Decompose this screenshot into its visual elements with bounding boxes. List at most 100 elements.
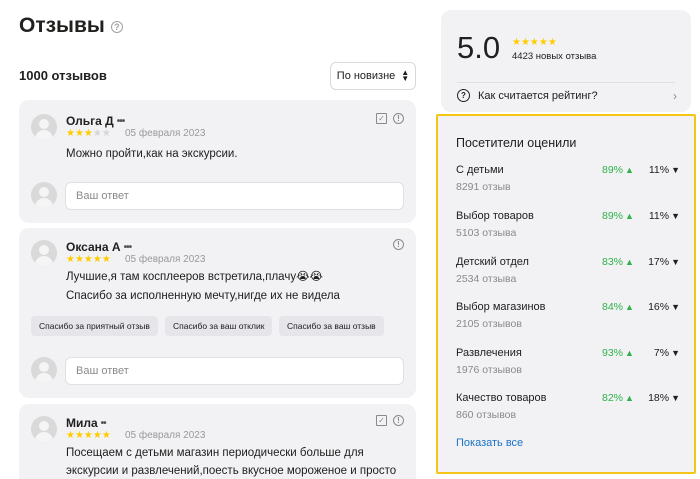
- visitors-title: Посетители оценили: [456, 136, 577, 150]
- review-actions: ✓ !: [376, 113, 404, 124]
- aspect-name: Качество товаров: [456, 392, 547, 404]
- info-icon[interactable]: !: [393, 415, 404, 426]
- aspect-name: С детьми: [456, 164, 504, 176]
- quick-reply-chip[interactable]: Спасибо за приятный отзыв: [31, 316, 158, 336]
- rating-help-label[interactable]: Как считается рейтинг?: [478, 90, 598, 102]
- aspect-name: Выбор товаров: [456, 210, 534, 222]
- aspect-row[interactable]: С детьми 8291 отзыв 89% ▲ 11% ▼: [456, 164, 686, 200]
- rating-stars: ★★★★★: [512, 37, 557, 48]
- aspect-negative: 7% ▼: [653, 347, 680, 359]
- thumb-down-icon: ▼: [671, 348, 680, 358]
- user-badge-icon: •••: [123, 241, 132, 253]
- review-text-line-1: Лучшие,я там косплееров встретила,плачу😭…: [66, 271, 323, 283]
- reply-avatar: [31, 357, 57, 383]
- thumb-up-icon: ▲: [625, 257, 634, 267]
- aspect-name: Развлечения: [456, 347, 522, 359]
- avatar[interactable]: [31, 416, 57, 442]
- thumb-up-icon: ▲: [625, 211, 634, 221]
- rating-count: 4423 новых отзыва: [512, 51, 597, 62]
- info-icon[interactable]: !: [393, 239, 404, 250]
- review-stars: ★★★★★: [66, 128, 111, 139]
- aspect-count: 2534 отзыва: [456, 273, 517, 285]
- aspect-row[interactable]: Выбор магазинов 2105 отзывов 84% ▲ 16% ▼: [456, 301, 686, 337]
- aspect-negative: 18% ▼: [648, 392, 680, 404]
- page-title: Отзывы ?: [19, 14, 123, 38]
- review-author[interactable]: Ольга Д •••: [66, 114, 125, 128]
- reply-avatar: [31, 182, 57, 208]
- thumb-up-icon: ▲: [625, 348, 634, 358]
- edit-icon[interactable]: ✓: [376, 113, 387, 124]
- author-name[interactable]: Оксана А: [66, 240, 121, 254]
- reply-input[interactable]: Ваш ответ: [65, 182, 404, 210]
- user-badge-icon: •••: [116, 115, 125, 127]
- help-icon[interactable]: ?: [110, 21, 123, 33]
- aspect-positive: 89% ▲: [602, 164, 634, 176]
- thumb-down-icon: ▼: [671, 257, 680, 267]
- review-stars: ★★★★★: [66, 430, 111, 441]
- quick-reply-chip[interactable]: Спасибо за ваш отклик: [165, 316, 273, 336]
- aspect-positive: 83% ▲: [602, 256, 634, 268]
- avatar[interactable]: [31, 114, 57, 140]
- chevron-right-icon[interactable]: ›: [673, 89, 677, 103]
- aspect-negative: 11% ▼: [648, 210, 680, 222]
- author-name[interactable]: Ольга Д: [66, 114, 114, 128]
- rating-value: 5.0: [457, 30, 501, 65]
- review-date: 05 февраля 2023: [125, 128, 206, 139]
- review-date: 05 февраля 2023: [125, 254, 206, 265]
- review-card: Ольга Д ••• ★★★★★ 05 февраля 2023 ✓ ! Мо…: [19, 100, 416, 223]
- thumb-down-icon: ▼: [671, 211, 680, 221]
- sort-arrows-icon: ▲ ▼: [401, 68, 410, 83]
- page-title-text: Отзывы: [19, 14, 105, 37]
- thumb-up-icon: ▲: [625, 165, 634, 175]
- aspect-row[interactable]: Детский отдел 2534 отзыва 83% ▲ 17% ▼: [456, 256, 686, 292]
- aspect-positive: 82% ▲: [602, 392, 634, 404]
- rating-help-link[interactable]: ? Как считается рейтинг?: [457, 89, 598, 102]
- aspect-count: 2105 отзывов: [456, 318, 522, 330]
- review-actions: ✓ !: [376, 415, 404, 426]
- reviews-count: 1000 отзывов: [19, 68, 107, 83]
- thumb-down-icon: ▼: [671, 393, 680, 403]
- aspect-name: Детский отдел: [456, 256, 529, 268]
- aspect-positive: 84% ▲: [602, 301, 634, 313]
- aspect-positive: 89% ▲: [602, 210, 634, 222]
- review-author[interactable]: Мила ••: [66, 416, 107, 430]
- visitors-rated-panel: Посетители оценили С детьми 8291 отзыв 8…: [436, 114, 696, 474]
- avatar[interactable]: [31, 240, 57, 266]
- aspect-negative: 17% ▼: [648, 256, 680, 268]
- question-icon: ?: [457, 89, 470, 102]
- aspect-negative: 11% ▼: [648, 164, 680, 176]
- aspect-row[interactable]: Развлечения 1976 отзывов 93% ▲ 7% ▼: [456, 347, 686, 383]
- review-text: Можно пройти,как на экскурсии.: [66, 148, 238, 160]
- author-name[interactable]: Мила: [66, 416, 98, 430]
- aspect-positive: 93% ▲: [602, 347, 634, 359]
- aspect-row[interactable]: Качество товаров 860 отзывов 82% ▲ 18% ▼: [456, 392, 686, 428]
- aspect-count: 8291 отзыв: [456, 181, 511, 193]
- review-date: 05 февраля 2023: [125, 430, 206, 441]
- aspect-row[interactable]: Выбор товаров 5103 отзыва 89% ▲ 11% ▼: [456, 210, 686, 246]
- review-actions: !: [393, 239, 404, 250]
- show-all-link[interactable]: Показать все: [456, 437, 523, 449]
- review-text-line-2: экскурсии и развлечений,поесть вкусное м…: [66, 465, 397, 477]
- review-text-line-1: Посещаем с детьми магазин периодически б…: [66, 447, 364, 459]
- thumb-down-icon: ▼: [671, 165, 680, 175]
- sort-label: По новизне: [336, 70, 396, 82]
- quick-reply-chip[interactable]: Спасибо за ваш отзыв: [279, 316, 384, 336]
- thumb-up-icon: ▲: [625, 302, 634, 312]
- review-card: Мила •• ★★★★★ 05 февраля 2023 ✓ ! Посеща…: [19, 404, 416, 479]
- aspect-count: 860 отзывов: [456, 409, 517, 421]
- info-icon[interactable]: !: [393, 113, 404, 124]
- aspect-count: 5103 отзыва: [456, 227, 517, 239]
- aspect-negative: 16% ▼: [648, 301, 680, 313]
- review-author[interactable]: Оксана А •••: [66, 240, 132, 254]
- rating-summary: 5.0 ★★★★★ 4423 новых отзыва ? Как считае…: [441, 10, 691, 112]
- review-stars: ★★★★★: [66, 254, 111, 265]
- thumb-down-icon: ▼: [671, 302, 680, 312]
- aspect-count: 1976 отзывов: [456, 364, 522, 376]
- reply-input[interactable]: Ваш ответ: [65, 357, 404, 385]
- aspect-name: Выбор магазинов: [456, 301, 546, 313]
- review-card: Оксана А ••• ★★★★★ 05 февраля 2023 ! Луч…: [19, 228, 416, 398]
- sort-dropdown[interactable]: По новизне ▲ ▼: [330, 62, 416, 90]
- edit-icon[interactable]: ✓: [376, 415, 387, 426]
- thumb-up-icon: ▲: [625, 393, 634, 403]
- review-text-line-2: Спасибо за исполненную мечту,нигде их не…: [66, 290, 340, 302]
